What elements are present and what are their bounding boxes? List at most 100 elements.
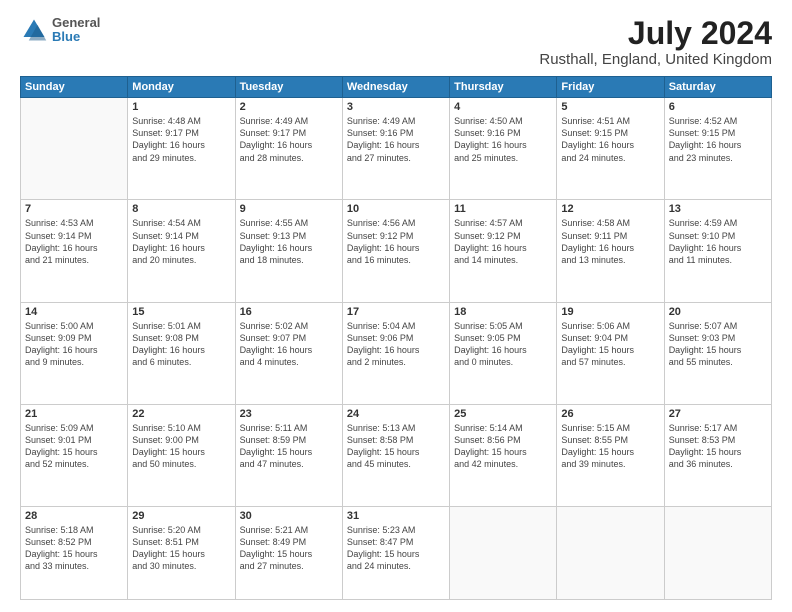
- day-header-saturday: Saturday: [664, 77, 771, 98]
- day-content: Sunrise: 4:59 AM Sunset: 9:10 PM Dayligh…: [669, 217, 767, 266]
- day-header-tuesday: Tuesday: [235, 77, 342, 98]
- day-number: 14: [25, 306, 123, 318]
- day-number: 20: [669, 306, 767, 318]
- day-number: 26: [561, 408, 659, 420]
- day-content: Sunrise: 5:21 AM Sunset: 8:49 PM Dayligh…: [240, 524, 338, 573]
- day-content: Sunrise: 5:20 AM Sunset: 8:51 PM Dayligh…: [132, 524, 230, 573]
- day-number: 16: [240, 306, 338, 318]
- day-content: Sunrise: 4:55 AM Sunset: 9:13 PM Dayligh…: [240, 217, 338, 266]
- day-content: Sunrise: 5:23 AM Sunset: 8:47 PM Dayligh…: [347, 524, 445, 573]
- calendar-header-row: SundayMondayTuesdayWednesdayThursdayFrid…: [21, 77, 772, 98]
- day-content: Sunrise: 4:56 AM Sunset: 9:12 PM Dayligh…: [347, 217, 445, 266]
- day-content: Sunrise: 4:51 AM Sunset: 9:15 PM Dayligh…: [561, 115, 659, 164]
- day-number: 7: [25, 203, 123, 215]
- calendar-cell: 10Sunrise: 4:56 AM Sunset: 9:12 PM Dayli…: [342, 200, 449, 302]
- calendar-cell: 15 Sunrise: 5:01 AM Sunset: 9:08 PM Dayli…: [128, 302, 235, 404]
- calendar-cell: 25Sunrise: 5:14 AM Sunset: 8:56 PM Dayli…: [450, 404, 557, 506]
- day-content: Sunrise: 4:49 AM Sunset: 9:17 PM Dayligh…: [240, 115, 338, 164]
- calendar-title: July 2024: [539, 16, 772, 51]
- calendar-cell: 4 Sunrise: 4:50 AM Sunset: 9:16 PM Daylig…: [450, 98, 557, 200]
- calendar-cell: 2 Sunrise: 4:49 AM Sunset: 9:17 PM Daylig…: [235, 98, 342, 200]
- day-content: Sunrise: 5:11 AM Sunset: 8:59 PM Dayligh…: [240, 422, 338, 471]
- day-content: Sunrise: 4:48 AM Sunset: 9:17 PM Dayligh…: [132, 115, 230, 164]
- day-content: Sunrise: 5:14 AM Sunset: 8:56 PM Dayligh…: [454, 422, 552, 471]
- calendar-cell: 9 Sunrise: 4:55 AM Sunset: 9:13 PM Daylig…: [235, 200, 342, 302]
- day-number: 18: [454, 306, 552, 318]
- day-number: 21: [25, 408, 123, 420]
- day-header-sunday: Sunday: [21, 77, 128, 98]
- calendar-cell: 28 Sunrise: 5:18 AM Sunset: 8:52 PM Dayli…: [21, 507, 128, 600]
- day-content: Sunrise: 5:10 AM Sunset: 9:00 PM Dayligh…: [132, 422, 230, 471]
- day-content: Sunrise: 4:52 AM Sunset: 9:15 PM Dayligh…: [669, 115, 767, 164]
- day-content: Sunrise: 5:04 AM Sunset: 9:06 PM Dayligh…: [347, 320, 445, 369]
- calendar-week-row: 14Sunrise: 5:00 AM Sunset: 9:09 PM Dayli…: [21, 302, 772, 404]
- day-number: 30: [240, 510, 338, 522]
- calendar-cell: 11Sunrise: 4:57 AM Sunset: 9:12 PM Dayli…: [450, 200, 557, 302]
- calendar-cell: [21, 98, 128, 200]
- day-content: Sunrise: 5:09 AM Sunset: 9:01 PM Dayligh…: [25, 422, 123, 471]
- day-number: 8: [132, 203, 230, 215]
- calendar-cell: 12Sunrise: 4:58 AM Sunset: 9:11 PM Dayli…: [557, 200, 664, 302]
- calendar-cell: 7Sunrise: 4:53 AM Sunset: 9:14 PM Daylig…: [21, 200, 128, 302]
- day-number: 22: [132, 408, 230, 420]
- title-block: July 2024 Rusthall, England, United King…: [539, 16, 772, 68]
- calendar-cell: 18 Sunrise: 5:05 AM Sunset: 9:05 PM Dayli…: [450, 302, 557, 404]
- calendar-week-row: 28 Sunrise: 5:18 AM Sunset: 8:52 PM Dayli…: [21, 507, 772, 600]
- page: General Blue July 2024 Rusthall, England…: [0, 0, 792, 612]
- day-content: Sunrise: 5:05 AM Sunset: 9:05 PM Dayligh…: [454, 320, 552, 369]
- calendar-cell: 30 Sunrise: 5:21 AM Sunset: 8:49 PM Dayli…: [235, 507, 342, 600]
- day-number: 17: [347, 306, 445, 318]
- day-content: Sunrise: 5:13 AM Sunset: 8:58 PM Dayligh…: [347, 422, 445, 471]
- calendar-cell: 29 Sunrise: 5:20 AM Sunset: 8:51 PM Dayli…: [128, 507, 235, 600]
- calendar-cell: 23 Sunrise: 5:11 AM Sunset: 8:59 PM Dayli…: [235, 404, 342, 506]
- day-content: Sunrise: 4:57 AM Sunset: 9:12 PM Dayligh…: [454, 217, 552, 266]
- logo-icon: [20, 16, 48, 44]
- calendar-cell: 19Sunrise: 5:06 AM Sunset: 9:04 PM Dayli…: [557, 302, 664, 404]
- calendar-cell: 3Sunrise: 4:49 AM Sunset: 9:16 PM Daylig…: [342, 98, 449, 200]
- day-number: 4: [454, 101, 552, 113]
- day-content: Sunrise: 5:17 AM Sunset: 8:53 PM Dayligh…: [669, 422, 767, 471]
- calendar-cell: 26 Sunrise: 5:15 AM Sunset: 8:55 PM Dayli…: [557, 404, 664, 506]
- day-content: Sunrise: 5:07 AM Sunset: 9:03 PM Dayligh…: [669, 320, 767, 369]
- day-number: 9: [240, 203, 338, 215]
- day-content: Sunrise: 5:01 AM Sunset: 9:08 PM Dayligh…: [132, 320, 230, 369]
- calendar-week-row: 7Sunrise: 4:53 AM Sunset: 9:14 PM Daylig…: [21, 200, 772, 302]
- day-header-monday: Monday: [128, 77, 235, 98]
- calendar-cell: 24Sunrise: 5:13 AM Sunset: 8:58 PM Dayli…: [342, 404, 449, 506]
- logo-text: General Blue: [52, 16, 100, 45]
- day-number: 29: [132, 510, 230, 522]
- calendar-cell: 27 Sunrise: 5:17 AM Sunset: 8:53 PM Dayli…: [664, 404, 771, 506]
- calendar-cell: 1 Sunrise: 4:48 AM Sunset: 9:17 PM Daylig…: [128, 98, 235, 200]
- calendar-cell: [664, 507, 771, 600]
- calendar-table: SundayMondayTuesdayWednesdayThursdayFrid…: [20, 76, 772, 600]
- calendar-week-row: 1 Sunrise: 4:48 AM Sunset: 9:17 PM Daylig…: [21, 98, 772, 200]
- day-header-thursday: Thursday: [450, 77, 557, 98]
- day-number: 6: [669, 101, 767, 113]
- day-content: Sunrise: 4:58 AM Sunset: 9:11 PM Dayligh…: [561, 217, 659, 266]
- calendar-cell: 17 Sunrise: 5:04 AM Sunset: 9:06 PM Dayli…: [342, 302, 449, 404]
- calendar-cell: [450, 507, 557, 600]
- calendar-cell: 13Sunrise: 4:59 AM Sunset: 9:10 PM Dayli…: [664, 200, 771, 302]
- day-content: Sunrise: 5:18 AM Sunset: 8:52 PM Dayligh…: [25, 524, 123, 573]
- day-header-friday: Friday: [557, 77, 664, 98]
- calendar-cell: 14Sunrise: 5:00 AM Sunset: 9:09 PM Dayli…: [21, 302, 128, 404]
- day-number: 2: [240, 101, 338, 113]
- calendar-cell: 31 Sunrise: 5:23 AM Sunset: 8:47 PM Dayli…: [342, 507, 449, 600]
- calendar-cell: 6 Sunrise: 4:52 AM Sunset: 9:15 PM Daylig…: [664, 98, 771, 200]
- day-content: Sunrise: 5:15 AM Sunset: 8:55 PM Dayligh…: [561, 422, 659, 471]
- day-number: 31: [347, 510, 445, 522]
- day-number: 15: [132, 306, 230, 318]
- day-content: Sunrise: 5:02 AM Sunset: 9:07 PM Dayligh…: [240, 320, 338, 369]
- calendar-cell: [557, 507, 664, 600]
- calendar-cell: 5Sunrise: 4:51 AM Sunset: 9:15 PM Daylig…: [557, 98, 664, 200]
- logo-line1: General: [52, 16, 100, 30]
- day-number: 23: [240, 408, 338, 420]
- day-number: 1: [132, 101, 230, 113]
- logo: General Blue: [20, 16, 100, 45]
- calendar-cell: 21 Sunrise: 5:09 AM Sunset: 9:01 PM Dayli…: [21, 404, 128, 506]
- calendar-cell: 8Sunrise: 4:54 AM Sunset: 9:14 PM Daylig…: [128, 200, 235, 302]
- day-number: 28: [25, 510, 123, 522]
- day-number: 27: [669, 408, 767, 420]
- logo-line2: Blue: [52, 30, 100, 44]
- day-content: Sunrise: 4:50 AM Sunset: 9:16 PM Dayligh…: [454, 115, 552, 164]
